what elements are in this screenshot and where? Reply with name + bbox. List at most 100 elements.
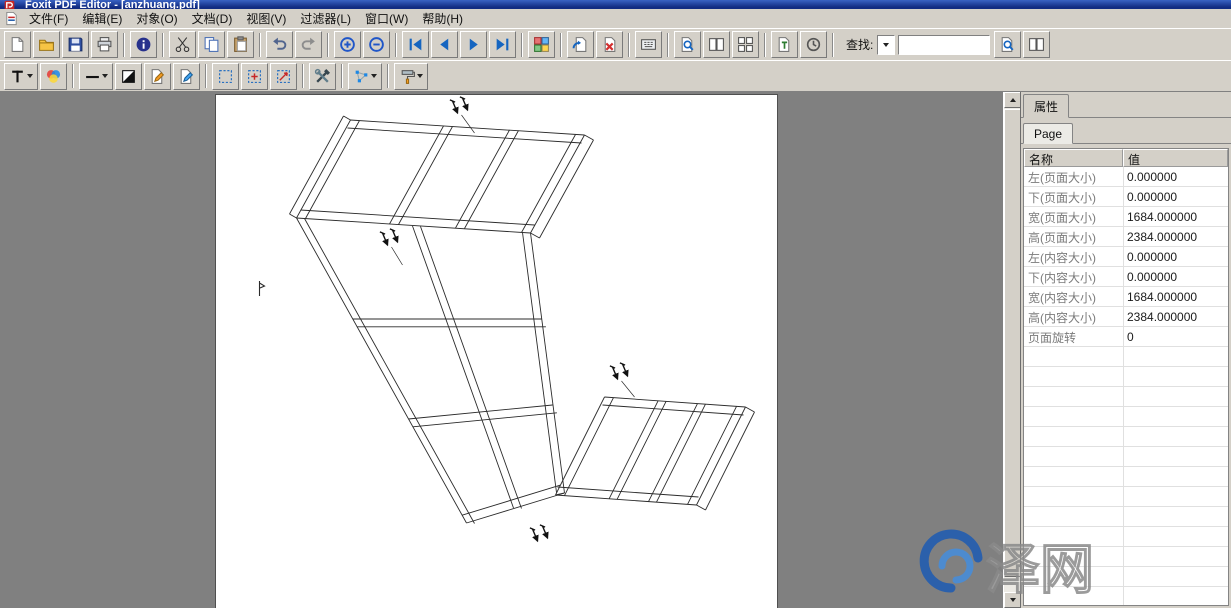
menu-filter[interactable]: 过滤器(L) bbox=[293, 8, 358, 30]
undo-icon bbox=[271, 36, 288, 53]
menu-object[interactable]: 对象(O) bbox=[129, 8, 184, 30]
menu-view[interactable]: 视图(V) bbox=[239, 8, 293, 30]
arrow-down-icon bbox=[1010, 598, 1016, 602]
snapshot-grid-button[interactable] bbox=[635, 31, 662, 58]
scrollbar-thumb[interactable] bbox=[1004, 109, 1021, 577]
property-name: 宽(页面大小) bbox=[1024, 209, 1123, 226]
page-magnifier-icon bbox=[679, 36, 696, 53]
text-tool-button[interactable] bbox=[4, 63, 38, 90]
separator bbox=[327, 33, 329, 57]
tab-properties[interactable]: 属性 bbox=[1023, 94, 1069, 118]
find-page-button[interactable] bbox=[994, 31, 1021, 58]
separator bbox=[628, 33, 630, 57]
property-row: 左(页面大小) 0.000000 bbox=[1024, 167, 1228, 187]
property-row: 页面旋转 0 bbox=[1024, 327, 1228, 347]
property-name: 左(内容大小) bbox=[1024, 249, 1123, 266]
menu-help[interactable]: 帮助(H) bbox=[415, 8, 470, 30]
scroll-up-button[interactable] bbox=[1004, 92, 1021, 108]
find-input[interactable] bbox=[898, 35, 990, 55]
options-button[interactable] bbox=[309, 63, 336, 90]
edit-form-button[interactable] bbox=[173, 63, 200, 90]
next-page-button[interactable] bbox=[460, 31, 487, 58]
page-drawing bbox=[216, 95, 777, 608]
save-button[interactable] bbox=[62, 31, 89, 58]
line-tool-button[interactable] bbox=[79, 63, 113, 90]
paste-button[interactable] bbox=[227, 31, 254, 58]
line-icon bbox=[84, 68, 101, 85]
zoom-out-icon bbox=[368, 36, 385, 53]
import-page-button[interactable] bbox=[567, 31, 594, 58]
property-value[interactable]: 0 bbox=[1123, 330, 1228, 344]
separator bbox=[341, 64, 343, 88]
import-page-icon bbox=[572, 36, 589, 53]
separator bbox=[521, 33, 523, 57]
undo-button[interactable] bbox=[266, 31, 293, 58]
column-header-name[interactable]: 名称 bbox=[1024, 149, 1123, 167]
pdf-page[interactable] bbox=[216, 95, 777, 608]
property-value[interactable]: 1684.000000 bbox=[1123, 210, 1228, 224]
color-picker-button[interactable] bbox=[40, 63, 67, 90]
grid-icon bbox=[640, 36, 657, 53]
open-button[interactable] bbox=[33, 31, 60, 58]
menu-file[interactable]: 文件(F) bbox=[22, 8, 75, 30]
redo-button[interactable] bbox=[295, 31, 322, 58]
about-button[interactable] bbox=[130, 31, 157, 58]
two-page-icon bbox=[708, 36, 725, 53]
fill-tool-button[interactable] bbox=[115, 63, 142, 90]
transform-object-button[interactable] bbox=[241, 63, 268, 90]
page-thumbnails-button[interactable] bbox=[528, 31, 555, 58]
menu-edit[interactable]: 编辑(E) bbox=[75, 8, 129, 30]
zoom-in-button[interactable] bbox=[334, 31, 361, 58]
new-button[interactable] bbox=[4, 31, 31, 58]
delete-page-icon bbox=[601, 36, 618, 53]
extract-text-button[interactable] bbox=[771, 31, 798, 58]
first-page-button[interactable] bbox=[402, 31, 429, 58]
delete-page-button[interactable] bbox=[596, 31, 623, 58]
select-object-button[interactable] bbox=[212, 63, 239, 90]
edit-object-button[interactable] bbox=[144, 63, 171, 90]
separator bbox=[395, 33, 397, 57]
path-nodes-button[interactable] bbox=[348, 63, 382, 90]
property-name: 左(页面大小) bbox=[1024, 169, 1123, 186]
find-history-dropdown[interactable] bbox=[877, 35, 895, 55]
document-canvas[interactable] bbox=[0, 92, 1003, 608]
property-value[interactable]: 0.000000 bbox=[1123, 250, 1228, 264]
property-name: 下(内容大小) bbox=[1024, 269, 1123, 286]
menu-document[interactable]: 文档(D) bbox=[185, 8, 240, 30]
arrow-up-icon bbox=[1010, 98, 1016, 102]
rotate-object-button[interactable] bbox=[270, 63, 297, 90]
panel-tab-strip: Page bbox=[1021, 122, 1231, 144]
column-header-value[interactable]: 值 bbox=[1123, 149, 1228, 167]
menu-window[interactable]: 窗口(W) bbox=[358, 8, 415, 30]
find-page-icon bbox=[999, 36, 1016, 53]
two-page-view-button[interactable] bbox=[703, 31, 730, 58]
property-value[interactable]: 0.000000 bbox=[1123, 170, 1228, 184]
last-page-button[interactable] bbox=[489, 31, 516, 58]
property-value[interactable]: 2384.000000 bbox=[1123, 230, 1228, 244]
history-button[interactable] bbox=[800, 31, 827, 58]
copy-icon bbox=[203, 36, 220, 53]
prev-page-button[interactable] bbox=[431, 31, 458, 58]
scroll-down-button[interactable] bbox=[1004, 592, 1021, 608]
print-button[interactable] bbox=[91, 31, 118, 58]
find-layout-button[interactable] bbox=[1023, 31, 1050, 58]
separator bbox=[259, 33, 261, 57]
nodes-icon bbox=[353, 68, 370, 85]
zoom-out-button[interactable] bbox=[363, 31, 390, 58]
property-value[interactable]: 1684.000000 bbox=[1123, 290, 1228, 304]
vertical-scrollbar[interactable] bbox=[1003, 92, 1020, 608]
properties-panel: 属性 Page 名称 值 左(页面大小) 0.000000 下(页面大小) 0.… bbox=[1020, 92, 1231, 608]
property-value[interactable]: 2384.000000 bbox=[1123, 310, 1228, 324]
property-row: 下(内容大小) 0.000000 bbox=[1024, 267, 1228, 287]
tab-page[interactable]: Page bbox=[1023, 123, 1073, 144]
document-icon bbox=[4, 11, 19, 26]
copy-button[interactable] bbox=[198, 31, 225, 58]
four-page-view-button[interactable] bbox=[732, 31, 759, 58]
property-value[interactable]: 0.000000 bbox=[1123, 270, 1228, 284]
fit-page-button[interactable] bbox=[674, 31, 701, 58]
property-value[interactable]: 0.000000 bbox=[1123, 190, 1228, 204]
separator bbox=[302, 64, 304, 88]
property-name: 宽(内容大小) bbox=[1024, 289, 1123, 306]
format-paint-button[interactable] bbox=[394, 63, 428, 90]
cut-button[interactable] bbox=[169, 31, 196, 58]
